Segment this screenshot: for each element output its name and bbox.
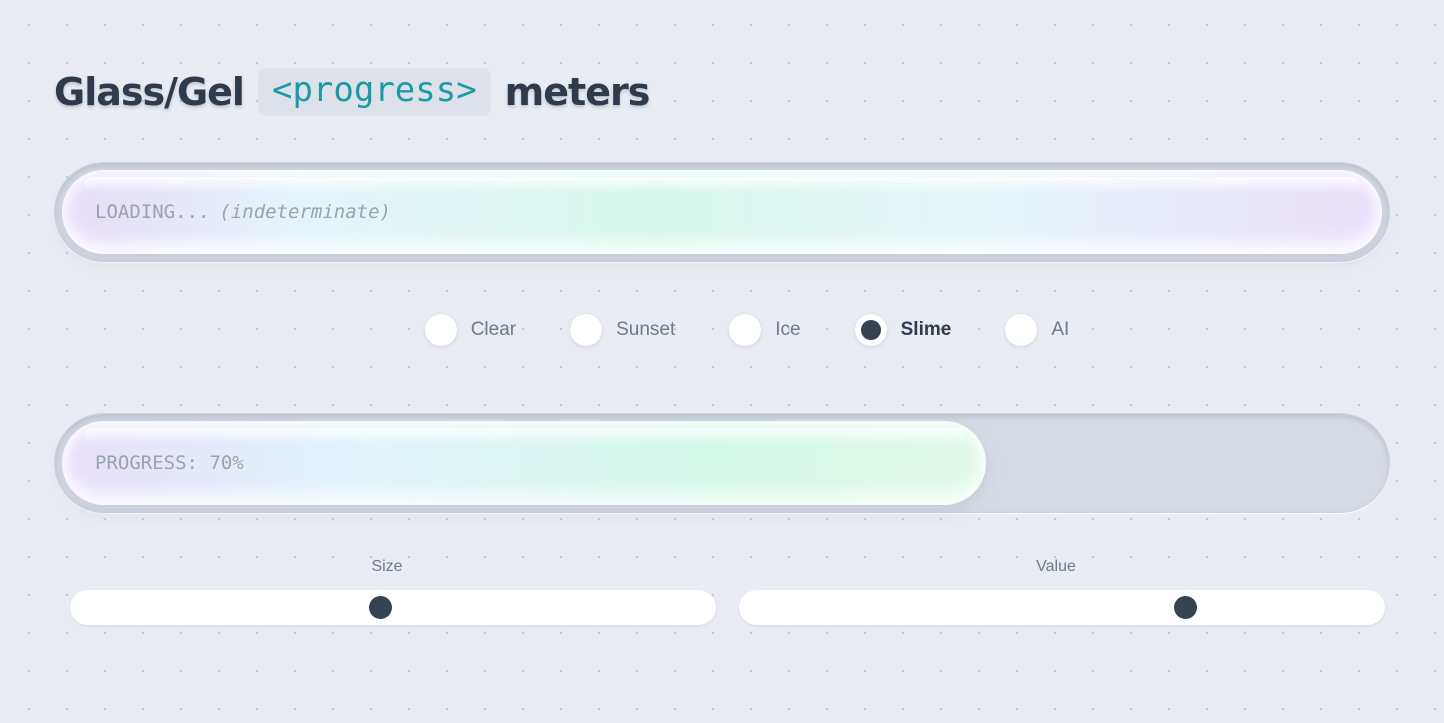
theme-radio-clear[interactable]: Clear	[424, 313, 517, 347]
radio-label: Ice	[775, 319, 801, 340]
size-slider[interactable]	[70, 590, 716, 625]
radio-label: AI	[1051, 319, 1070, 340]
theme-radio-ice[interactable]: Ice	[729, 313, 801, 347]
theme-radio-group: Clear Sunset Ice Slime AI	[0, 313, 1444, 347]
radio-label: Slime	[900, 319, 952, 340]
radio-indicator[interactable]	[729, 314, 762, 346]
determinate-progress-bar: PROGRESS: 70%	[54, 413, 1390, 513]
indeterminate-progress-label: LOADING... (indeterminate)	[95, 201, 391, 223]
radio-indicator[interactable]	[570, 314, 603, 346]
indeterminate-progress-bar: LOADING... (indeterminate)	[54, 162, 1390, 262]
size-slider-label: Size	[371, 558, 403, 575]
radio-label: Clear	[470, 319, 517, 340]
title-text-suffix: meters	[504, 70, 651, 114]
value-slider-label: Value	[1036, 558, 1076, 575]
value-slider-thumb[interactable]	[1174, 596, 1197, 619]
page-title: Glass/Gel <progress> meters	[54, 64, 651, 120]
theme-radio-slime[interactable]: Slime	[854, 313, 952, 347]
radio-indicator[interactable]	[854, 314, 887, 346]
radio-label: Sunset	[616, 319, 676, 340]
size-slider-thumb[interactable]	[369, 596, 392, 619]
title-code: <progress>	[257, 68, 491, 116]
indeterminate-note: (indeterminate)	[219, 201, 391, 223]
radio-indicator[interactable]	[1005, 314, 1038, 346]
progress-label: PROGRESS: 70%	[95, 452, 244, 474]
value-slider[interactable]	[739, 590, 1385, 625]
radio-indicator[interactable]	[424, 314, 457, 346]
loading-text: LOADING...	[95, 201, 210, 223]
title-text: Glass/Gel	[54, 70, 245, 114]
theme-radio-ai[interactable]: AI	[1005, 313, 1069, 347]
theme-radio-sunset[interactable]: Sunset	[570, 313, 675, 347]
